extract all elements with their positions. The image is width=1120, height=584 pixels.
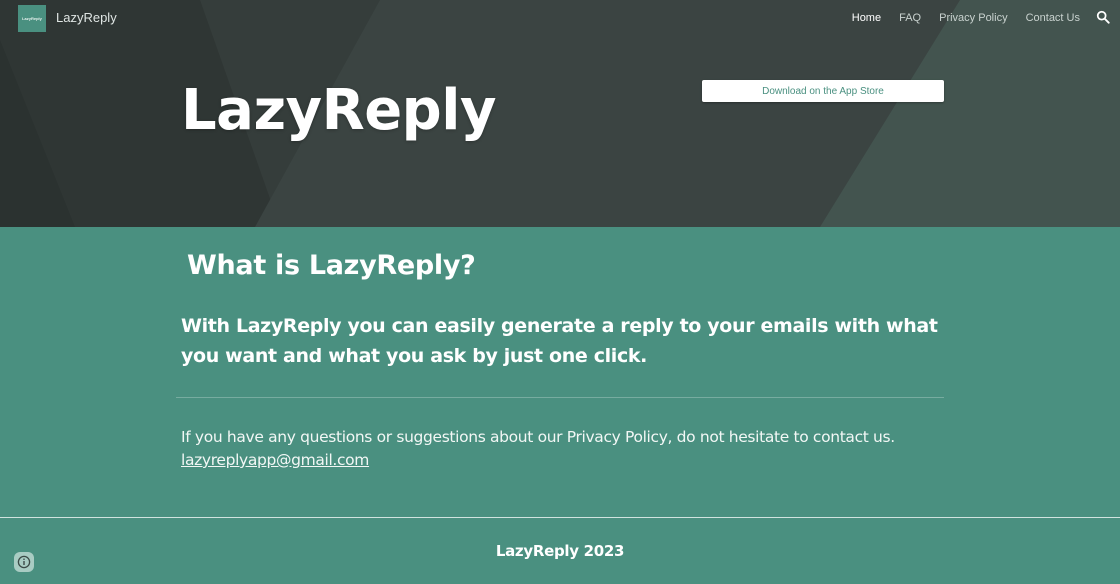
contact-note: If you have any questions or suggestions… — [181, 426, 895, 472]
hero-title: LazyReply — [181, 78, 496, 143]
hero-banner: LazyReply LazyReply Home FAQ Privacy Pol… — [0, 0, 1120, 227]
top-navigation-bar: LazyReply LazyReply Home FAQ Privacy Pol… — [0, 0, 1120, 38]
site-logo[interactable]: LazyReply — [18, 5, 46, 32]
site-footer: LazyReply 2023 — [0, 517, 1120, 584]
search-icon[interactable] — [1096, 10, 1110, 24]
site-info-button[interactable] — [14, 552, 34, 572]
main-nav: Home FAQ Privacy Policy Contact Us — [852, 10, 1120, 25]
nav-item-contact-us[interactable]: Contact Us — [1026, 12, 1080, 24]
nav-item-faq[interactable]: FAQ — [899, 12, 921, 24]
contact-note-text: If you have any questions or suggestions… — [181, 428, 895, 446]
section-heading: What is LazyReply? — [187, 250, 476, 281]
logo-text: LazyReply — [22, 16, 42, 21]
footer-text: LazyReply 2023 — [495, 542, 625, 560]
lead-paragraph: With LazyReply you can easily generate a… — [181, 315, 938, 367]
nav-item-privacy-policy[interactable]: Privacy Policy — [939, 12, 1007, 24]
section-divider — [176, 397, 944, 398]
main-content: What is LazyReply? With LazyReply you ca… — [0, 227, 1120, 517]
info-icon — [17, 555, 31, 569]
contact-email-link[interactable]: lazyreplyapp@gmail.com — [181, 451, 369, 469]
download-app-store-button[interactable]: Download on the App Store — [702, 80, 944, 102]
site-name-link[interactable]: LazyReply — [56, 10, 117, 25]
nav-item-home[interactable]: Home — [852, 12, 881, 24]
